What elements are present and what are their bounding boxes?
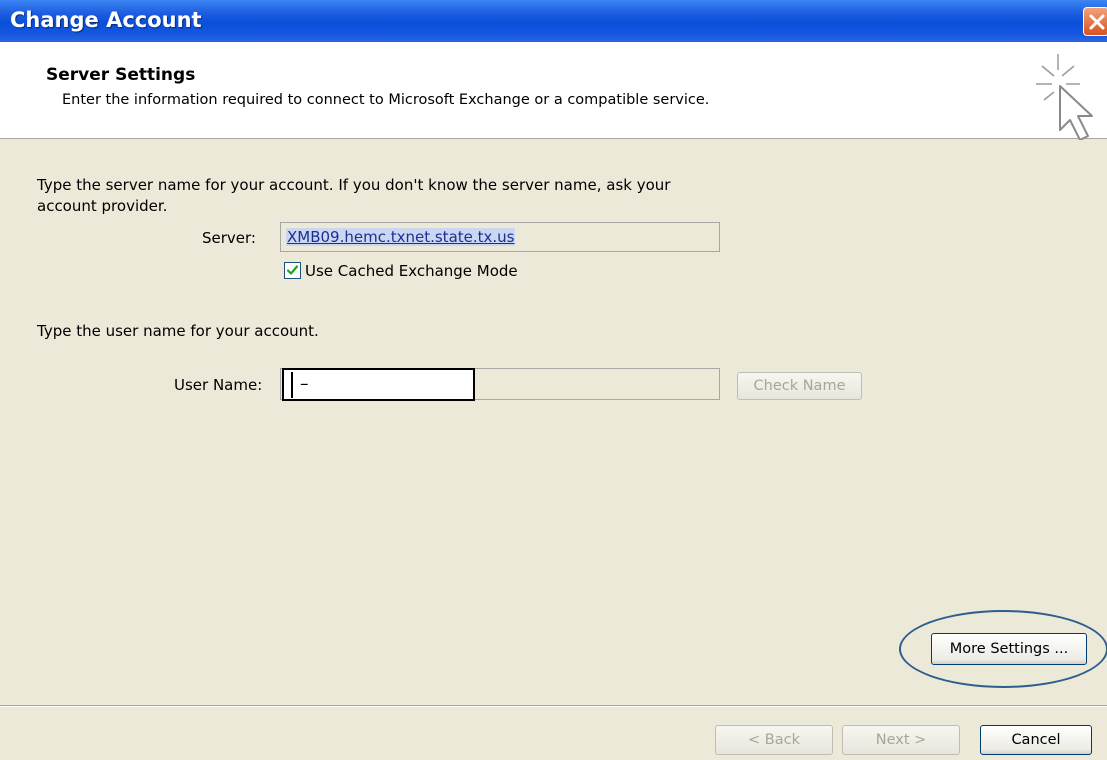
cancel-button[interactable]: Cancel [980, 725, 1092, 755]
back-button[interactable]: < Back [715, 725, 833, 755]
server-instructions-line2: account provider. [37, 197, 168, 215]
text-cursor [291, 372, 293, 398]
username-label: User Name: [174, 376, 263, 394]
close-icon [1089, 14, 1105, 30]
footer-divider [0, 705, 1107, 707]
next-button[interactable]: Next > [842, 725, 960, 755]
wizard-cursor-icon [1036, 54, 1093, 140]
username-value: – [300, 374, 309, 394]
wizard-header: Server Settings Enter the information re… [0, 42, 1107, 140]
highlight-ellipse [899, 610, 1107, 688]
header-title: Server Settings [46, 65, 196, 85]
server-label: Server: [202, 229, 256, 247]
checkmark-icon [286, 265, 299, 275]
window-title: Change Account [10, 8, 202, 32]
cancel-label: Cancel [1011, 732, 1061, 748]
title-bar[interactable]: Change Account [0, 0, 1107, 42]
close-button[interactable] [1083, 7, 1107, 36]
cached-mode-label[interactable]: Use Cached Exchange Mode [305, 262, 518, 280]
check-name-button[interactable]: Check Name [737, 372, 862, 400]
server-instructions: Type the server name for your account. I… [37, 176, 671, 194]
check-name-label: Check Name [753, 378, 846, 394]
back-label: < Back [748, 732, 800, 748]
cached-mode-checkbox[interactable] [284, 262, 301, 279]
next-label: Next > [875, 732, 927, 748]
server-value: XMB09.hemc.txnet.state.tx.us [286, 228, 516, 246]
header-subtitle: Enter the information required to connec… [62, 92, 710, 108]
user-instructions: Type the user name for your account. [37, 322, 319, 340]
username-redaction: – [282, 368, 475, 401]
server-input[interactable]: XMB09.hemc.txnet.state.tx.us [280, 222, 720, 252]
